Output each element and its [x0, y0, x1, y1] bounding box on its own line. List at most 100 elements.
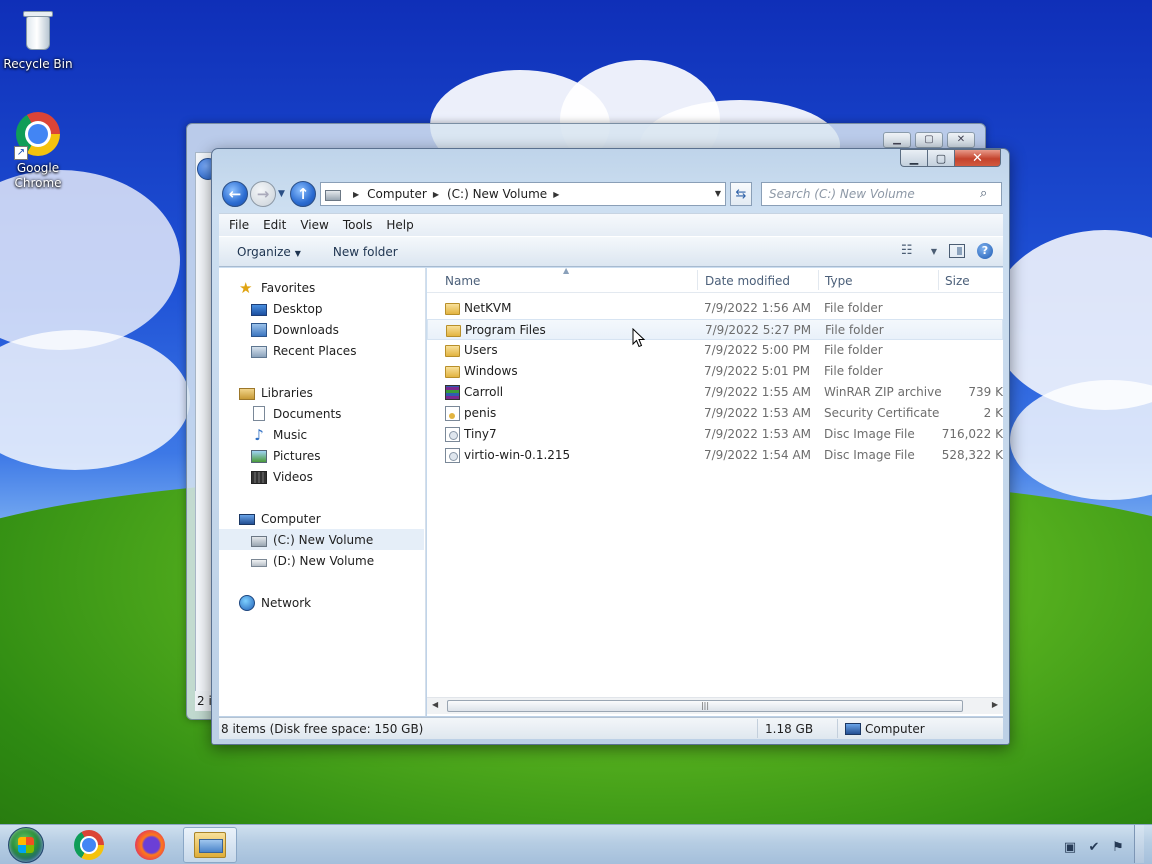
winrar-icon — [445, 385, 460, 400]
device-icon[interactable]: ▣ — [1062, 840, 1078, 856]
nav-drive-c[interactable]: (C:) New Volume — [219, 529, 424, 550]
folder-icon — [445, 303, 460, 315]
scroll-left-icon[interactable]: ◀ — [432, 700, 438, 709]
shortcut-arrow-icon: ↗ — [14, 146, 28, 160]
maximize-button[interactable]: ▢ — [927, 149, 954, 167]
breadcrumb-separator-icon[interactable]: ▶ — [353, 190, 359, 199]
firefox-icon — [135, 830, 165, 860]
nav-videos[interactable]: Videos — [219, 466, 424, 487]
minimize-button[interactable]: ▁ — [900, 149, 927, 167]
column-header-date-modified[interactable]: Date modified — [705, 274, 790, 288]
nav-label: Documents — [273, 406, 342, 421]
forward-button[interactable]: → — [250, 181, 276, 207]
column-header-type[interactable]: Type — [825, 274, 853, 288]
menu-view[interactable]: View — [300, 218, 328, 232]
menu-edit[interactable]: Edit — [263, 218, 286, 232]
show-desktop-button[interactable] — [1134, 825, 1144, 863]
file-type: File folder — [825, 323, 884, 337]
nav-computer[interactable]: Computer — [219, 508, 424, 529]
column-header-size[interactable]: Size — [945, 274, 970, 288]
security-shield-icon[interactable]: ✔ — [1086, 840, 1102, 856]
back-button[interactable]: ← — [222, 181, 248, 207]
file-name: Program Files — [465, 323, 546, 337]
back-arrow-icon: ← — [228, 185, 242, 203]
taskbar-chrome-button[interactable] — [62, 827, 116, 863]
search-icon[interactable]: ⌕ — [980, 186, 996, 202]
up-button[interactable]: ↑ — [290, 181, 316, 207]
desktop-folder-icon — [251, 303, 267, 316]
minimize-icon[interactable]: ▁ — [883, 132, 911, 148]
scrollbar-thumb[interactable]: ||| — [447, 700, 963, 712]
hard-drive-icon — [251, 535, 267, 547]
nav-pictures[interactable]: Pictures — [219, 445, 424, 466]
network-globe-icon — [239, 594, 255, 611]
file-row-tiny7[interactable]: Tiny7 7/9/2022 1:53 AM Disc Image File 7… — [427, 424, 1003, 445]
taskbar-firefox-button[interactable] — [123, 827, 177, 863]
file-row-netkvm[interactable]: NetKVM 7/9/2022 1:56 AM File folder — [427, 298, 1003, 319]
column-divider[interactable] — [818, 270, 819, 290]
system-tray: ▣ ✔ ⚑ — [1062, 825, 1144, 863]
organize-button[interactable]: Organize ▼ — [237, 245, 301, 259]
refresh-button[interactable]: ⇆ — [730, 182, 752, 206]
column-divider[interactable] — [697, 270, 698, 290]
windows-logo-icon — [8, 827, 44, 863]
recent-pages-dropdown[interactable]: ▼ — [278, 189, 285, 199]
maximize-icon[interactable]: ▢ — [915, 132, 943, 148]
chevron-down-icon: ▼ — [294, 248, 301, 258]
file-name: NetKVM — [464, 301, 512, 315]
address-bar[interactable]: ▶ Computer ▶ (C:) New Volume ▶ ▼ — [320, 182, 726, 206]
breadcrumb-separator-icon[interactable]: ▶ — [433, 190, 439, 199]
file-row-carroll[interactable]: Carroll 7/9/2022 1:55 AM WinRAR ZIP arch… — [427, 382, 1003, 403]
search-box[interactable]: ⌕ — [761, 182, 1002, 206]
nav-music[interactable]: ♪ Music — [219, 424, 424, 445]
nav-downloads[interactable]: Downloads — [219, 319, 424, 340]
explorer-window[interactable]: ▁ ▢ ✕ ← → ▼ ↑ ▶ Computer ▶ (C:) New Volu… — [211, 148, 1010, 745]
preview-pane-icon[interactable] — [949, 244, 965, 258]
explorer-icon — [194, 832, 226, 858]
nav-network[interactable]: Network — [219, 592, 424, 613]
address-dropdown-icon[interactable]: ▼ — [715, 189, 721, 198]
column-header-name[interactable]: Name — [445, 274, 480, 288]
nav-recent-places[interactable]: Recent Places — [219, 340, 424, 361]
menu-file[interactable]: File — [229, 218, 249, 232]
column-divider[interactable] — [938, 270, 939, 290]
help-icon[interactable]: ? — [977, 243, 993, 259]
new-folder-button[interactable]: New folder — [333, 245, 398, 259]
action-center-flag-icon[interactable]: ⚑ — [1110, 840, 1126, 856]
menu-help[interactable]: Help — [386, 218, 413, 232]
menu-tools[interactable]: Tools — [343, 218, 373, 232]
nav-libraries[interactable]: Libraries — [219, 382, 424, 403]
breadcrumb-c-drive[interactable]: (C:) New Volume — [447, 187, 547, 201]
horizontal-scrollbar[interactable]: ◀ ||| ▶ — [427, 697, 1003, 714]
breadcrumb-computer[interactable]: Computer — [367, 187, 427, 201]
recycle-bin-icon — [14, 6, 62, 54]
change-view-icon[interactable]: ☷ — [901, 243, 919, 259]
nav-drive-d[interactable]: (D:) New Volume — [219, 550, 424, 571]
organize-label: Organize — [237, 244, 291, 259]
taskbar-explorer-button[interactable] — [183, 827, 237, 863]
nav-documents[interactable]: Documents — [219, 403, 424, 424]
status-item-count: 8 items (Disk free space: 150 GB) — [221, 722, 424, 736]
minimize-icon: ▁ — [909, 151, 919, 165]
nav-favorites[interactable]: ★ Favorites — [219, 277, 424, 298]
file-row-virtio-win[interactable]: virtio-win-0.1.215 7/9/2022 1:54 AM Disc… — [427, 445, 1003, 466]
scroll-right-icon[interactable]: ▶ — [992, 700, 998, 709]
sort-ascending-icon: ▲ — [563, 268, 570, 275]
start-button[interactable] — [4, 825, 48, 864]
desktop-icon-google-chrome[interactable]: ↗ Google Chrome — [0, 110, 76, 191]
folder-icon — [445, 366, 460, 378]
libraries-icon — [239, 387, 255, 400]
search-input[interactable] — [762, 183, 962, 205]
desktop-icon-recycle-bin[interactable]: Recycle Bin — [0, 6, 76, 72]
file-row-windows[interactable]: Windows 7/9/2022 5:01 PM File folder — [427, 361, 1003, 382]
chevron-down-icon[interactable]: ▼ — [931, 247, 937, 256]
file-type: File folder — [824, 364, 883, 378]
computer-icon — [239, 514, 255, 525]
file-row-program-files[interactable]: Program Files 7/9/2022 5:27 PM File fold… — [427, 319, 1003, 340]
close-button[interactable]: ✕ — [954, 149, 1001, 167]
file-row-users[interactable]: Users 7/9/2022 5:00 PM File folder — [427, 340, 1003, 361]
breadcrumb-separator-icon[interactable]: ▶ — [553, 190, 559, 199]
close-icon[interactable]: ✕ — [947, 132, 975, 148]
file-row-certificate[interactable]: penis 7/9/2022 1:53 AM Security Certific… — [427, 403, 1003, 424]
nav-desktop[interactable]: Desktop — [219, 298, 424, 319]
